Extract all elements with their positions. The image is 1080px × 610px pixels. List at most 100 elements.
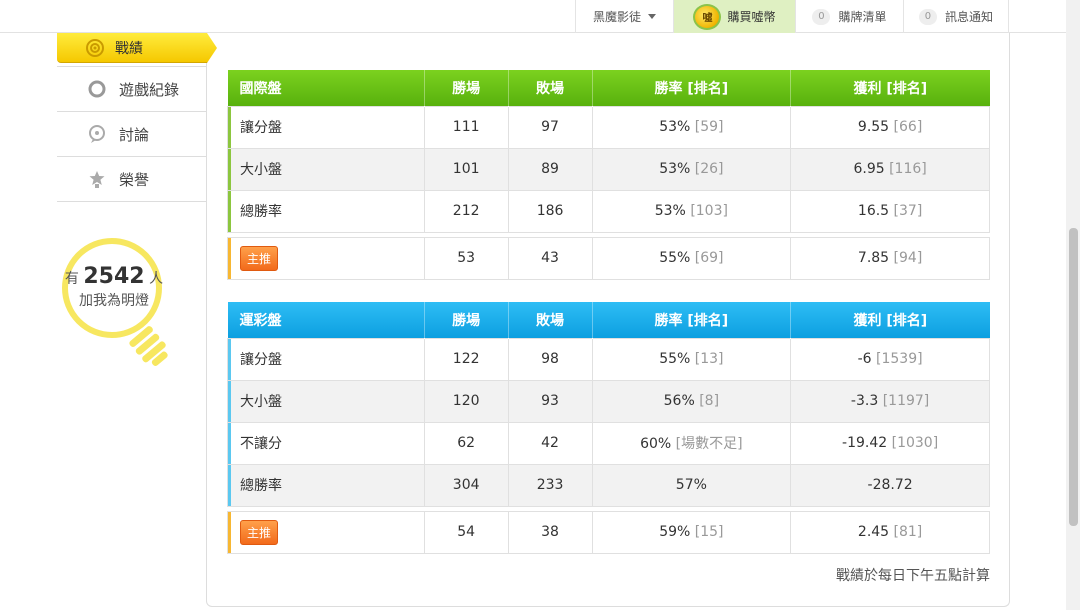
sidebar-item-honor[interactable]: 榮譽 xyxy=(57,157,207,202)
rate-value: 59% xyxy=(659,524,691,540)
rate-rank: [15] xyxy=(694,524,724,540)
rate-rank: [13] xyxy=(694,351,724,367)
rate-value: 55% xyxy=(659,250,691,266)
rate-value: 55% xyxy=(659,351,691,367)
row-name: 讓分盤 xyxy=(227,105,425,149)
column-header: 獲利 [排名] xyxy=(790,302,990,338)
profit-cell: -6 [1539] xyxy=(790,337,990,381)
column-header: 國際盤 xyxy=(227,70,425,106)
user-menu[interactable]: 黑魔影徒 xyxy=(575,0,673,33)
profit-rank: [116] xyxy=(889,161,927,177)
profit-value: 6.95 xyxy=(853,161,885,177)
sidebar-item-label: 戰績 xyxy=(115,40,143,57)
rate-value: 60% xyxy=(640,436,672,452)
follower-bulb[interactable]: 有 2542 人 加我為明燈 xyxy=(60,236,170,376)
profit-value: -19.42 xyxy=(842,435,888,451)
column-header: 勝場 xyxy=(424,302,509,338)
wins-cell: 122 xyxy=(423,337,509,381)
profit-rank: [1197] xyxy=(882,393,930,409)
top-bar: 黑魔影徒 噓 購買噓幣 0 購牌清單 0 訊息通知 xyxy=(0,0,1066,33)
profit-value: -6 xyxy=(857,351,872,367)
rate-value: 57% xyxy=(675,477,707,493)
losses-cell: 233 xyxy=(507,463,593,507)
sidebar-menu: 遊戲紀錄 討論 榮譽 xyxy=(57,66,207,202)
medal-icon xyxy=(87,169,107,189)
losses-cell: 89 xyxy=(507,147,593,191)
wins-cell: 53 xyxy=(423,236,509,280)
profit-cell: 7.85 [94] xyxy=(790,236,990,280)
profit-rank: [1539] xyxy=(876,351,923,367)
column-header: 運彩盤 xyxy=(227,302,425,338)
profit-cell: 2.45 [81] xyxy=(790,510,990,554)
user-name: 黑魔影徒 xyxy=(592,10,641,24)
promo-badge[interactable]: 主推 xyxy=(240,245,279,271)
profit-rank: [81] xyxy=(893,524,923,540)
sidebar-item-label: 遊戲紀錄 xyxy=(119,80,180,99)
profit-value: -28.72 xyxy=(867,477,913,493)
column-header: 勝率 [排名] xyxy=(592,302,792,338)
table-row: 不讓分 62 42 60% [場數不足] -19.42 [1030] xyxy=(227,421,990,465)
profit-rank: [66] xyxy=(893,119,923,135)
notifications-button[interactable]: 0 訊息通知 xyxy=(903,0,1009,33)
profit-cell: -3.3 [1197] xyxy=(790,379,990,423)
rate-rank: [69] xyxy=(694,250,724,266)
table-header-row: 運彩盤 勝場 敗場 勝率 [排名] 獲利 [排名] xyxy=(227,302,990,338)
notify-label: 訊息通知 xyxy=(944,10,993,24)
chat-icon xyxy=(87,124,107,144)
rate-rank: [26] xyxy=(694,161,724,177)
buy-coins-button[interactable]: 噓 購買噓幣 xyxy=(673,0,795,33)
sidebar-item-discussion[interactable]: 討論 xyxy=(57,112,207,157)
cart-count-badge: 0 xyxy=(812,8,831,25)
wins-cell: 111 xyxy=(423,105,509,149)
promo-row: 主推 54 38 59% [15] 2.45 [81] xyxy=(227,510,990,554)
losses-cell: 42 xyxy=(507,421,593,465)
losses-cell: 43 xyxy=(507,236,593,280)
follower-count: 2542 xyxy=(83,264,145,289)
column-header: 敗場 xyxy=(508,70,593,106)
rate-cell: 57% xyxy=(591,463,792,507)
sidebar-item-game-log[interactable]: 遊戲紀錄 xyxy=(57,67,207,112)
table-row: 大小盤 101 89 53% [26] 6.95 [116] xyxy=(227,147,990,191)
rate-rank: [場數不足] xyxy=(675,436,743,452)
rate-cell: 55% [13] xyxy=(591,337,792,381)
promo-badge[interactable]: 主推 xyxy=(240,519,279,545)
row-name: 大小盤 xyxy=(227,379,425,423)
wins-cell: 120 xyxy=(423,379,509,423)
wins-cell: 54 xyxy=(423,510,509,554)
follower-suffix: 人 xyxy=(149,271,164,287)
cart-label: 購牌清單 xyxy=(838,10,887,24)
scrollbar-thumb[interactable] xyxy=(1069,228,1078,526)
sidebar-item-record[interactable]: 戰績 xyxy=(57,33,217,63)
profit-value: 7.85 xyxy=(857,250,890,266)
page-scrollbar[interactable] xyxy=(1066,0,1080,610)
promo-row: 主推 53 43 55% [69] 7.85 [94] xyxy=(227,236,990,280)
sidebar-item-label: 榮譽 xyxy=(119,170,150,189)
row-name: 大小盤 xyxy=(227,147,425,191)
notify-count-badge: 0 xyxy=(918,8,937,25)
profit-rank: [37] xyxy=(893,203,923,219)
buy-coins-label: 購買噓幣 xyxy=(727,10,776,24)
table-row: 讓分盤 122 98 55% [13] -6 [1539] xyxy=(227,337,990,381)
rate-rank: [59] xyxy=(694,119,724,135)
wins-cell: 101 xyxy=(423,147,509,191)
rate-value: 53% xyxy=(659,161,691,177)
table-row: 讓分盤 111 97 53% [59] 9.55 [66] xyxy=(227,105,990,149)
column-header: 獲利 [排名] xyxy=(790,70,990,106)
profit-value: 2.45 xyxy=(857,524,890,540)
rate-cell: 53% [59] xyxy=(591,105,792,149)
follower-caption: 加我為明燈 xyxy=(79,293,149,309)
row-name: 讓分盤 xyxy=(227,337,425,381)
table-row: 總勝率 212 186 53% [103] 16.5 [37] xyxy=(227,189,990,233)
profit-cell: 9.55 [66] xyxy=(790,105,990,149)
sidebar-item-label: 討論 xyxy=(119,125,150,144)
profit-cell: 16.5 [37] xyxy=(790,189,990,233)
table-header-row: 國際盤 勝場 敗場 勝率 [排名] 獲利 [排名] xyxy=(227,70,990,106)
cart-button[interactable]: 0 購牌清單 xyxy=(795,0,903,33)
profit-rank: [1030] xyxy=(891,435,939,451)
rate-value: 56% xyxy=(663,393,695,409)
profit-value: 9.55 xyxy=(857,119,890,135)
losses-cell: 97 xyxy=(507,105,593,149)
rate-cell: 59% [15] xyxy=(591,510,792,554)
follower-prefix: 有 xyxy=(64,271,79,287)
rate-cell: 56% [8] xyxy=(591,379,792,423)
